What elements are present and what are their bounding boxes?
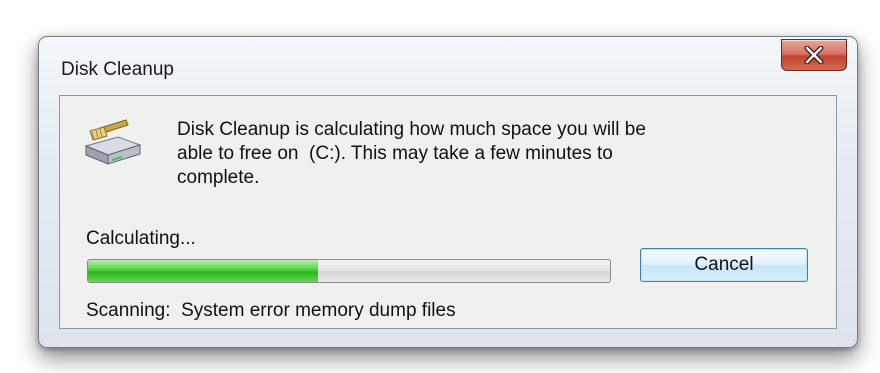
scanning-item: System error memory dump files <box>181 300 456 321</box>
disk-cleanup-dialog: Disk Cleanup Disk Cleanup is calculating… <box>38 36 858 348</box>
close-button[interactable] <box>781 39 847 71</box>
progress-bar <box>87 259 611 283</box>
calculation-message: Disk Cleanup is calculating how much spa… <box>177 118 797 190</box>
scanning-status: Scanning: System error memory dump files <box>86 300 456 322</box>
message-line-3: complete. <box>177 167 260 188</box>
title-bar[interactable]: Disk Cleanup <box>39 37 857 93</box>
close-x-icon <box>804 46 824 64</box>
status-label: Calculating... <box>86 228 196 249</box>
message-line-2: able to free on (C:). This may take a fe… <box>177 143 613 164</box>
window-title: Disk Cleanup <box>61 59 174 80</box>
screen: Disk Cleanup Disk Cleanup is calculating… <box>0 0 880 373</box>
message-line-1: Disk Cleanup is calculating how much spa… <box>177 119 646 140</box>
cancel-button[interactable]: Cancel <box>640 248 808 282</box>
dialog-body: Disk Cleanup is calculating how much spa… <box>59 95 837 329</box>
scanning-label: Scanning: <box>86 300 171 321</box>
progress-bar-fill <box>88 260 318 282</box>
disk-cleanup-drive-icon <box>84 119 142 165</box>
